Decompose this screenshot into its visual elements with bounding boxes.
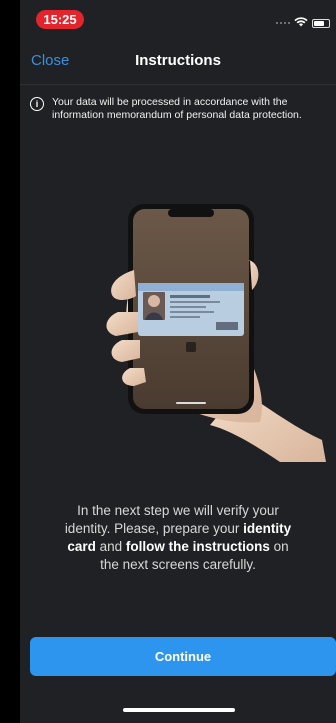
privacy-notice: i Your data will be processed in accorda… — [30, 96, 330, 122]
info-icon: i — [30, 97, 44, 111]
cellular-signal-icon — [276, 22, 290, 24]
nav-divider — [20, 84, 336, 85]
hand-holding-phone-illustration — [90, 200, 330, 465]
wifi-icon — [294, 14, 308, 32]
privacy-notice-text: Your data will be processed in accordanc… — [52, 96, 302, 121]
status-time: 15:25 — [36, 10, 84, 29]
left-edge — [0, 0, 20, 723]
status-icons — [276, 14, 330, 32]
instructions-text-part: and — [95, 539, 126, 554]
battery-icon — [312, 18, 330, 28]
follow-instructions-emphasis: follow the instructions — [125, 539, 270, 554]
app-screen: 15:25 Close Instructions i Your data wil… — [20, 0, 336, 723]
page-title: Instructions — [135, 52, 221, 69]
home-indicator[interactable] — [123, 708, 235, 712]
thumb — [111, 270, 136, 301]
instructions-text: In the next step we will verify your ide… — [60, 502, 296, 574]
continue-button[interactable]: Continue — [30, 637, 336, 676]
